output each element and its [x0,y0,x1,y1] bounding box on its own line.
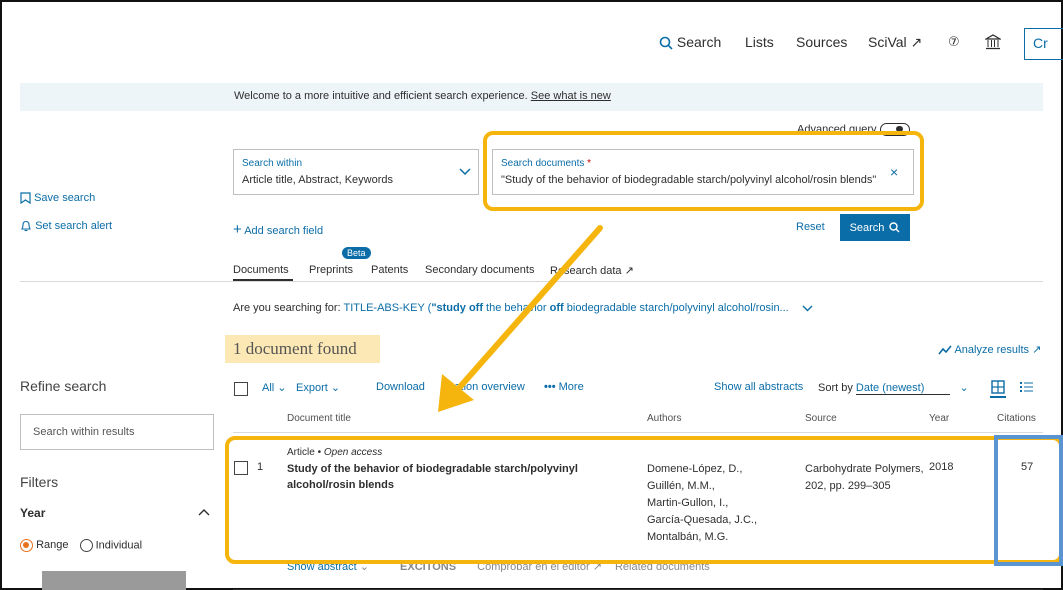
banner-link[interactable]: See what is new [531,90,611,102]
citations-highlight-box [994,435,1063,566]
range-radio[interactable] [20,539,33,552]
year-filter-label: Year [20,506,46,520]
save-search-link[interactable]: Save search [20,192,96,205]
results-count: 1 document found [233,339,357,358]
bookmark-icon [20,192,31,205]
analyze-results-link[interactable]: Analyze results ↗ [938,343,1041,356]
search-within-results-input[interactable]: Search within results [20,414,214,450]
col-source[interactable]: Source [805,413,837,424]
download-button[interactable]: Download [376,381,425,393]
refine-search-title: Refine search [20,378,107,394]
nav-scival[interactable]: SciVal ↗ [868,34,922,51]
help-icon[interactable]: ⑦ [948,34,960,50]
range-label: Range [36,539,69,552]
nav-search[interactable]: Search [659,34,721,50]
sort-by-label: Sort by [818,382,853,394]
plus-icon: + [233,221,242,238]
tab-preprints[interactable]: Preprints [309,264,353,276]
header-divider [233,432,1043,433]
info-banner: Welcome to a more intuitive and efficien… [20,83,1043,111]
search-button-label: Search [849,221,885,234]
individual-radio[interactable] [79,539,93,552]
search-within-select[interactable]: Search within Article title, Abstract, K… [233,149,479,195]
save-search-label: Save search [34,192,96,204]
nav-lists[interactable]: Lists [745,34,774,50]
set-search-alert-label: Set search alert [35,220,113,232]
nav-sources[interactable]: Sources [796,34,847,50]
col-document-title[interactable]: Document title [287,413,351,424]
tab-patents[interactable]: Patents [371,264,408,276]
col-year[interactable]: Year [929,413,949,424]
show-all-abstracts[interactable]: Show all abstracts [714,381,803,393]
sort-by-select[interactable]: Date (newest) [855,382,951,395]
chevron-down-icon[interactable] [802,305,813,312]
top-navigation: Search Lists Sources SciVal ↗ ⑦ Cr [0,28,1063,60]
set-search-alert-link[interactable]: Set search alert [20,220,112,232]
col-authors[interactable]: Authors [647,413,681,424]
year-mode-radios: Range Individual [20,539,142,552]
add-search-field-label: Add search field [244,225,324,237]
search-highlight-box [483,131,924,211]
search-within-value: Article title, Abstract, Keywords [242,174,393,186]
select-all-dropdown[interactable]: All ⌄ [262,381,287,394]
year-histogram [42,571,186,590]
list-view-icon[interactable] [1020,381,1033,393]
individual-label: Individual [95,539,143,552]
annotation-arrow [438,225,603,412]
export-dropdown[interactable]: Export ⌄ [296,381,340,394]
search-within-results-placeholder: Search within results [33,426,135,438]
reset-button[interactable]: Reset [796,221,825,233]
col-citations[interactable]: Citations [997,413,1036,424]
trend-icon [938,345,952,355]
chevron-up-icon[interactable] [198,508,210,516]
table-view-icon[interactable] [991,380,1005,394]
sort-by: Sort by Date (newest) ⌄ [818,381,969,395]
tab-documents[interactable]: Documents [233,264,289,276]
institution-icon[interactable] [983,34,1003,53]
add-search-field[interactable]: + Add search field [233,221,323,238]
suggestion-prefix: Are you searching for: [233,302,341,314]
beta-badge: Beta [342,247,371,259]
select-all-checkbox[interactable] [234,382,248,396]
search-button[interactable]: Search [840,214,910,241]
filters-title: Filters [20,474,59,490]
banner-text: Welcome to a more intuitive and efficien… [234,90,528,102]
analyze-results-label: Analyze results ↗ [954,344,1042,356]
chevron-down-icon: ⌄ [959,382,969,394]
bell-icon [21,221,31,232]
search-icon [889,222,900,233]
chevron-down-icon [459,168,471,176]
create-account-button[interactable]: Cr [1024,28,1063,60]
result-highlight-box [225,436,1063,564]
active-view-indicator [990,396,1006,398]
nav-search-label: Search [676,34,722,50]
search-within-label: Search within [242,158,303,169]
search-icon [659,36,673,50]
